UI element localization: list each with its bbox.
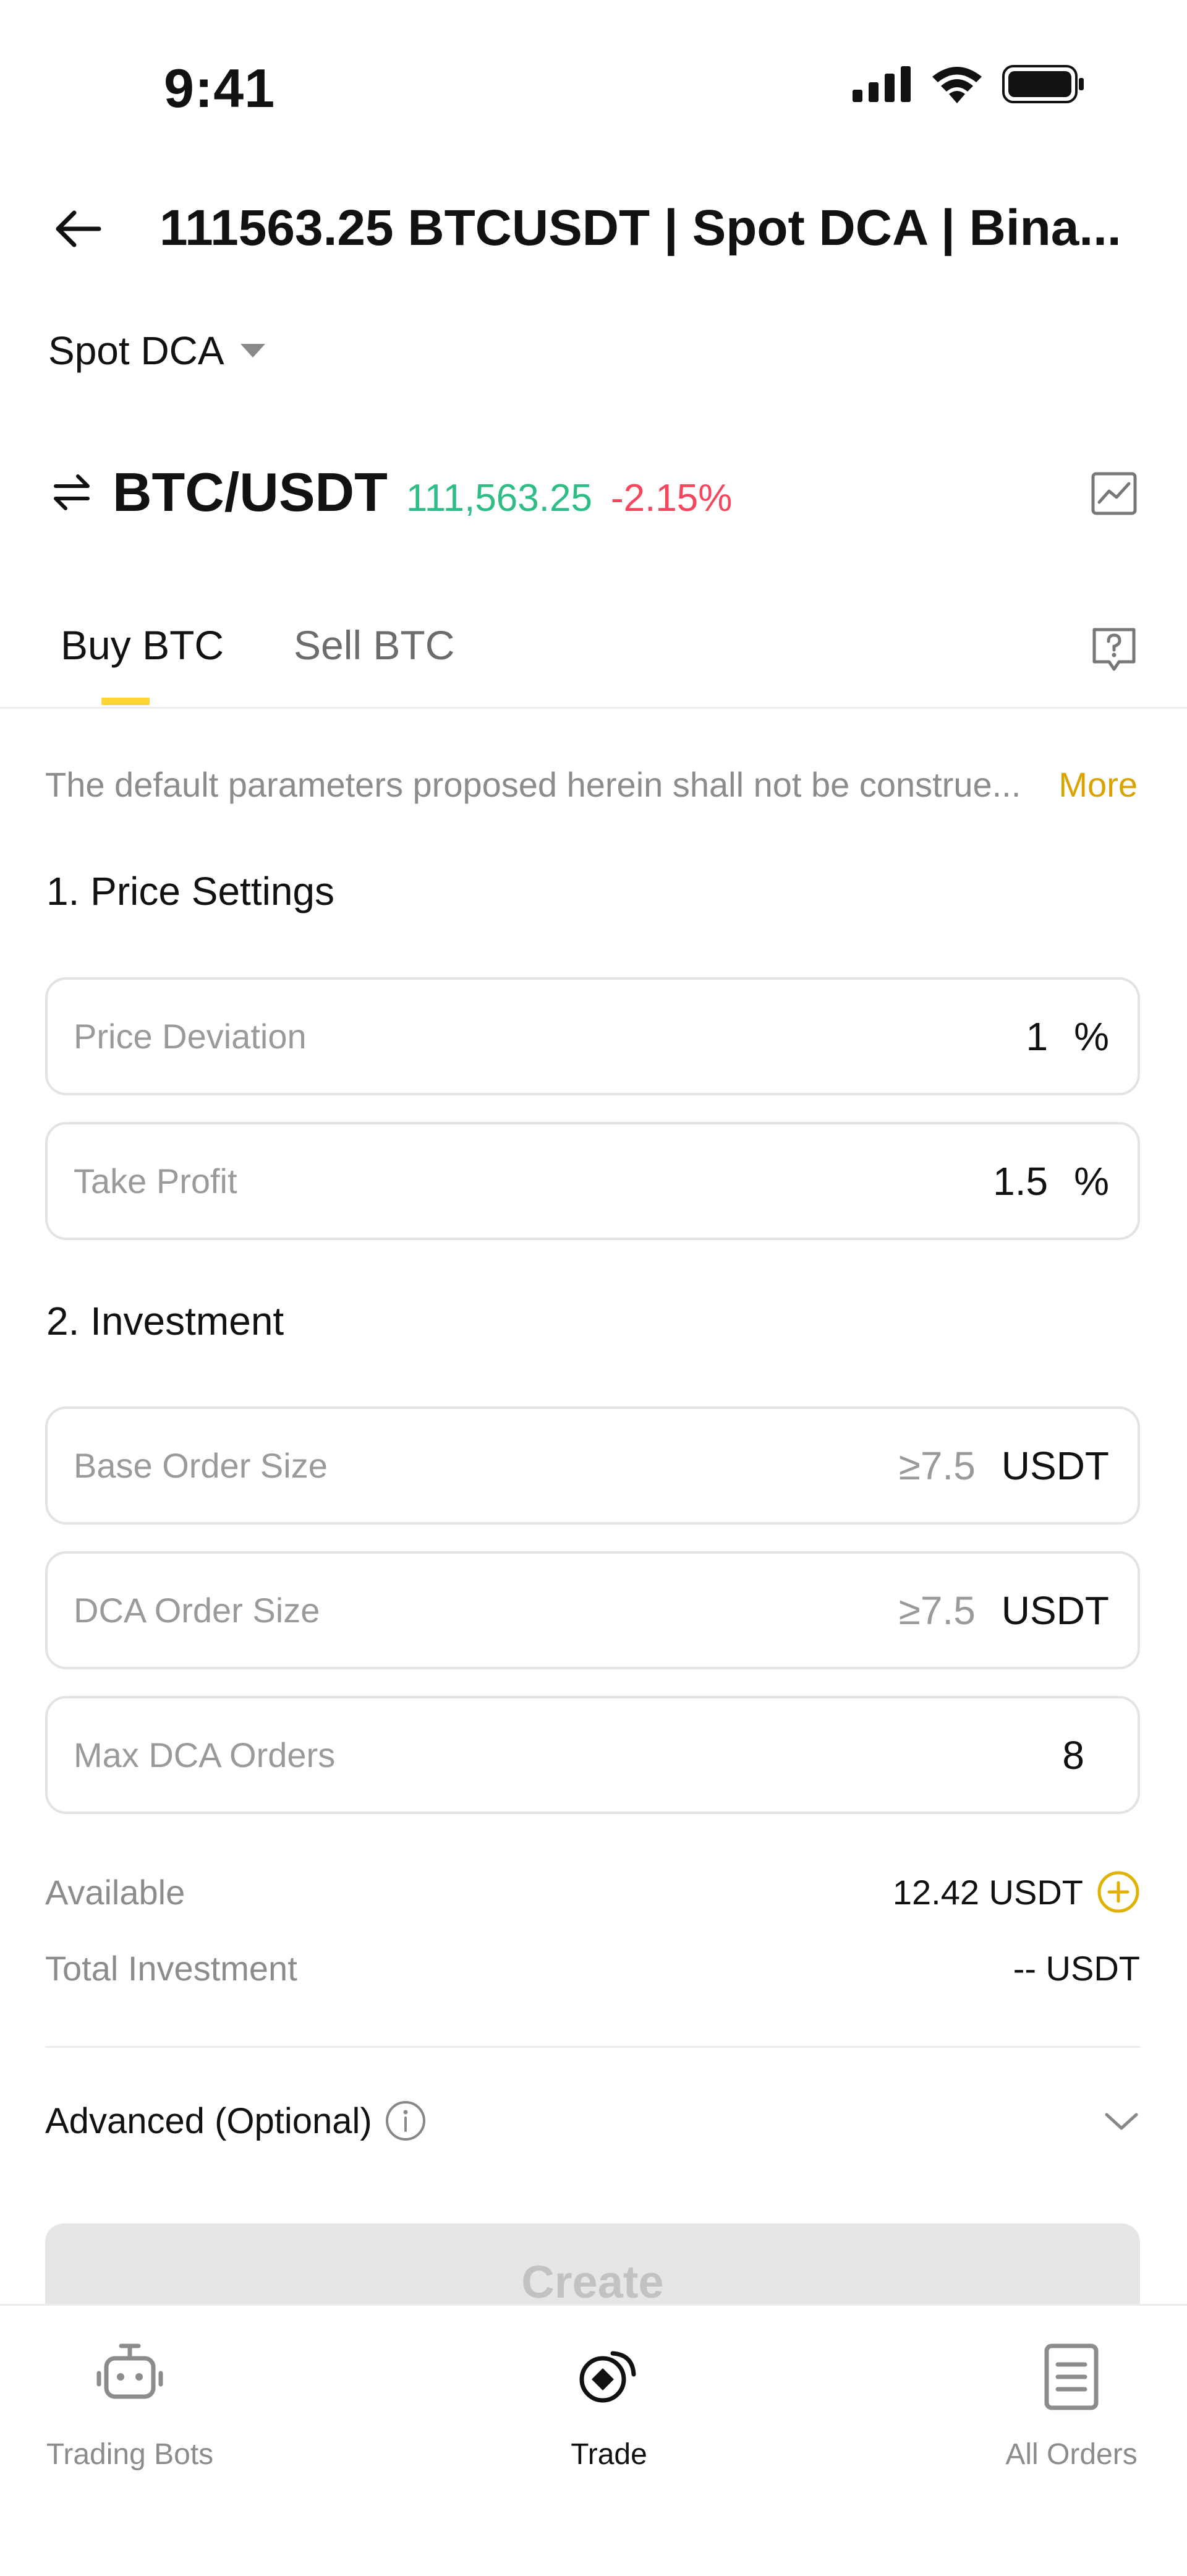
- nav-trading-bots[interactable]: Trading Bots: [0, 2340, 260, 2471]
- advanced-toggle[interactable]: Advanced (Optional): [45, 2100, 1140, 2142]
- pair-change: -2.15%: [610, 477, 733, 520]
- tabs-divider: [0, 707, 1187, 709]
- pair-price: 111,563.25: [406, 477, 592, 520]
- tab-indicator: [101, 698, 150, 705]
- nav-all-orders[interactable]: All Orders: [942, 2340, 1187, 2471]
- add-funds-icon[interactable]: [1097, 1870, 1140, 1914]
- available-label: Available: [45, 1872, 185, 1912]
- chevron-down-icon: [1105, 2113, 1138, 2130]
- total-investment-value: -- USDT: [1013, 1949, 1140, 1988]
- wifi-icon: [932, 67, 982, 103]
- investment-title: 2. Investment: [46, 1299, 284, 1343]
- nav-trade-label: Trade: [571, 2438, 647, 2471]
- take-profit-label: Take Profit: [74, 1162, 237, 1200]
- info-icon[interactable]: [385, 2100, 427, 2142]
- nav-trade[interactable]: Trade: [479, 2340, 739, 2471]
- max-dca-orders-label: Max DCA Orders: [74, 1735, 336, 1774]
- take-profit-field[interactable]: Take Profit 1.5 %: [45, 1122, 1140, 1240]
- price-settings-title: 1. Price Settings: [46, 869, 334, 914]
- total-investment-row: Total Investment -- USDT: [45, 1948, 1140, 1988]
- status-icons: [853, 65, 1085, 103]
- total-investment-label: Total Investment: [45, 1949, 297, 1988]
- take-profit-value[interactable]: 1.5: [993, 1158, 1048, 1204]
- orders-icon: [1044, 2343, 1099, 2410]
- help-icon[interactable]: [1091, 626, 1138, 673]
- dca-order-size-field[interactable]: DCA Order Size ≥7.5 USDT: [45, 1551, 1140, 1669]
- page-title: 111563.25 BTCUSDT | Spot DCA | Bina...: [160, 200, 1121, 256]
- robot-icon: [96, 2343, 163, 2399]
- trade-icon: [579, 2351, 636, 2403]
- price-deviation-unit: %: [1074, 1014, 1109, 1059]
- nav-trading-bots-label: Trading Bots: [46, 2438, 214, 2471]
- pair-row[interactable]: BTC/USDT 111,563.25 -2.15%: [49, 461, 732, 524]
- price-deviation-label: Price Deviation: [74, 1017, 307, 1056]
- disclaimer-text: The default parameters proposed herein s…: [45, 765, 1021, 804]
- price-deviation-field[interactable]: Price Deviation 1 %: [45, 977, 1140, 1095]
- signal-icon: [853, 66, 911, 102]
- strategy-label: Spot DCA: [48, 328, 224, 373]
- advanced-label: Advanced (Optional): [45, 2100, 372, 2141]
- swap-icon[interactable]: [49, 470, 94, 515]
- more-link[interactable]: More: [1058, 764, 1138, 805]
- status-time: 9:41: [164, 58, 276, 119]
- disclaimer: The default parameters proposed herein s…: [45, 764, 1138, 805]
- section-divider: [45, 2046, 1140, 2048]
- dca-order-size-placeholder[interactable]: ≥7.5: [899, 1588, 976, 1633]
- battery-icon: [1002, 65, 1084, 103]
- tab-buy[interactable]: Buy BTC: [61, 622, 224, 669]
- chart-icon[interactable]: [1091, 470, 1138, 517]
- back-button[interactable]: [47, 198, 109, 260]
- base-order-size-field[interactable]: Base Order Size ≥7.5 USDT: [45, 1406, 1140, 1525]
- base-order-size-placeholder[interactable]: ≥7.5: [899, 1443, 976, 1489]
- tab-sell[interactable]: Sell BTC: [294, 622, 454, 669]
- pair-symbol: BTC/USDT: [113, 461, 388, 523]
- bottom-nav: Trading Bots Trade All Orders: [0, 2304, 1187, 2576]
- base-order-size-label: Base Order Size: [74, 1446, 328, 1485]
- arrow-left-icon: [56, 210, 101, 247]
- dca-order-size-label: DCA Order Size: [74, 1591, 320, 1630]
- base-order-size-unit: USDT: [1001, 1443, 1109, 1488]
- strategy-dropdown[interactable]: Spot DCA: [48, 328, 265, 374]
- price-deviation-value[interactable]: 1: [1026, 1014, 1049, 1059]
- available-row: Available 12.42 USDT: [45, 1870, 1140, 1914]
- max-dca-orders-field[interactable]: Max DCA Orders 8: [45, 1696, 1140, 1814]
- caret-down-icon: [240, 344, 265, 357]
- take-profit-unit: %: [1074, 1158, 1109, 1204]
- max-dca-orders-value[interactable]: 8: [1062, 1732, 1084, 1778]
- nav-all-orders-label: All Orders: [1005, 2438, 1138, 2471]
- dca-order-size-unit: USDT: [1001, 1588, 1109, 1633]
- available-value: 12.42 USDT: [892, 1872, 1083, 1912]
